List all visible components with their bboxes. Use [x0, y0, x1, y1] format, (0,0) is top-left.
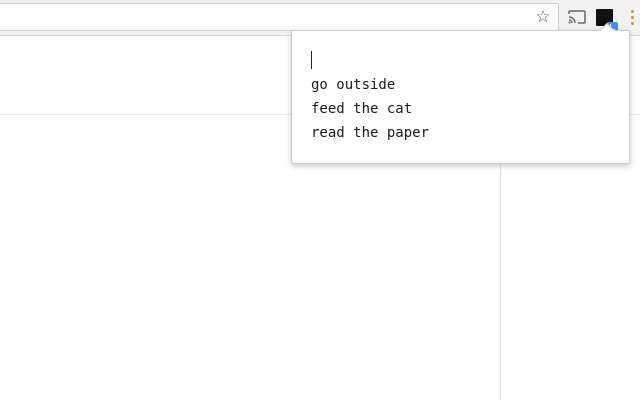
browser-menu-button[interactable] [625, 5, 639, 29]
todo-item[interactable]: feed the cat [311, 97, 429, 121]
kebab-menu-icon [630, 9, 634, 25]
todo-list: go outside feed the cat read the paper [311, 73, 429, 145]
extension-icon [595, 8, 618, 32]
new-todo-input[interactable] [310, 49, 610, 71]
todo-item[interactable]: read the paper [311, 121, 429, 145]
cast-icon [568, 10, 586, 24]
todo-item[interactable]: go outside [311, 73, 429, 97]
cast-button[interactable] [565, 5, 589, 29]
extension-popup: go outside feed the cat read the paper [291, 22, 630, 164]
star-icon[interactable]: ☆ [532, 6, 554, 28]
address-bar[interactable]: ☆ [0, 3, 559, 31]
text-cursor [311, 51, 312, 69]
